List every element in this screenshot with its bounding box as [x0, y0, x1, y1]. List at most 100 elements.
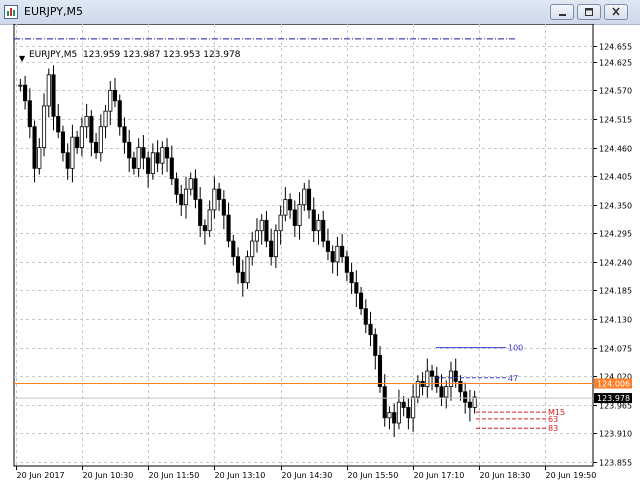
candle-body	[273, 230, 278, 258]
candle-body	[136, 147, 141, 169]
candle-body	[202, 225, 207, 232]
y-tick-label: 124.515	[599, 116, 632, 125]
candle-body	[292, 209, 297, 226]
candle-body	[37, 147, 42, 169]
y-tick-label: 123.910	[599, 430, 632, 439]
candle-body	[240, 271, 245, 284]
candle-body	[425, 370, 430, 388]
chart-window-icon	[4, 5, 18, 19]
candle-body	[70, 136, 75, 169]
y-tick-label: 124.570	[599, 87, 632, 96]
candle-body	[377, 355, 383, 388]
candle-body	[453, 370, 458, 382]
x-tick-label: 20 Jun 10:30	[83, 471, 134, 480]
candle-body	[146, 157, 151, 174]
x-tick-label: 20 Jun 14:30	[282, 471, 333, 480]
candle-body	[212, 188, 217, 211]
candle-body	[297, 204, 302, 226]
candle-body	[150, 152, 155, 174]
y-tick-label: 124.625	[599, 59, 632, 68]
x-tick-label: 20 Jun 11:50	[149, 471, 200, 480]
candle-body	[325, 240, 330, 252]
candle-body	[448, 370, 454, 388]
candle-body	[32, 126, 37, 169]
candle-body	[155, 152, 160, 164]
y-tick-label: 124.185	[599, 287, 632, 296]
price-tag-last-label: 123.978	[597, 394, 630, 403]
candle-body	[283, 199, 288, 216]
chart-symbol: EURJPY,M5	[29, 50, 78, 60]
candle-body	[84, 115, 89, 128]
y-tick-label: 124.655	[599, 43, 632, 52]
candle-body	[160, 147, 165, 164]
y-tick-label: 124.405	[599, 173, 632, 182]
candle-body	[18, 84, 23, 87]
y-tick-label: 124.460	[599, 145, 632, 154]
candle-body	[302, 188, 307, 206]
candle-body	[439, 386, 444, 398]
level-label: 47	[508, 374, 518, 383]
candle-body	[311, 209, 316, 232]
level-label: 100	[508, 344, 523, 353]
candle-body	[420, 381, 425, 388]
candle-body	[98, 126, 103, 154]
candle-body	[79, 126, 84, 148]
candle-body	[103, 110, 108, 128]
candle-body	[382, 386, 387, 419]
candle-body	[368, 323, 373, 336]
candle-body	[226, 214, 231, 242]
candle-body	[406, 407, 411, 419]
y-tick-label: 124.295	[599, 230, 632, 239]
candle-body	[193, 178, 198, 200]
candle-body	[429, 370, 435, 377]
candle-body	[250, 240, 255, 258]
level-label: 83	[548, 424, 558, 433]
minimize-icon	[559, 14, 566, 16]
candle-body	[316, 219, 321, 232]
y-tick-label: 124.350	[599, 202, 632, 211]
candle-body	[60, 131, 66, 154]
candle-body	[335, 245, 340, 263]
candle-body	[363, 308, 368, 325]
candle-body	[198, 199, 203, 226]
candle-body	[41, 105, 47, 148]
candle-body	[117, 100, 122, 128]
candle-body	[165, 147, 170, 159]
x-tick-label: 20 Jun 13:10	[215, 471, 266, 480]
candle-body	[221, 199, 226, 216]
candle-body	[65, 152, 70, 169]
price-chart[interactable]: 124.655 124.625 124.570 124.515 124.460 124.4…	[0, 24, 640, 480]
restore-button[interactable]	[577, 4, 601, 20]
close-button[interactable]	[604, 4, 628, 20]
candle-body	[458, 381, 463, 393]
candle-body	[141, 147, 146, 159]
candle-body	[344, 256, 349, 273]
candle-body	[51, 74, 56, 117]
candle-body	[235, 256, 241, 273]
candle-body	[75, 136, 80, 148]
candle-body	[217, 188, 222, 200]
candle-body	[330, 251, 335, 263]
candle-body	[254, 230, 260, 242]
candle-body	[94, 141, 99, 154]
candle-body	[467, 401, 472, 408]
chart-area[interactable]: 124.655 124.625 124.570 124.515 124.460 124.4…	[0, 24, 640, 480]
candle-body	[387, 412, 392, 419]
candle-body	[188, 178, 193, 190]
symbol-dropdown-icon[interactable]: ▼	[19, 54, 25, 63]
candle-body	[122, 126, 127, 143]
chart-symbol-ohlc: EURJPY,M5 123.959 123.987 123.953 123.97…	[29, 50, 240, 60]
close-icon	[612, 7, 620, 16]
x-tick-label: 20 Jun 19:50	[546, 471, 597, 480]
restore-icon	[585, 8, 593, 16]
minimize-button[interactable]	[550, 4, 574, 20]
candle-body	[169, 157, 174, 180]
candle-body	[306, 188, 312, 211]
candle-body	[207, 209, 212, 232]
window-title: EURJPY,M5	[24, 5, 83, 18]
candle-body	[131, 157, 136, 169]
candle-body	[354, 282, 359, 294]
candle-body	[373, 334, 378, 356]
y-tick-label: 124.075	[599, 345, 632, 354]
candle-body	[56, 115, 61, 133]
